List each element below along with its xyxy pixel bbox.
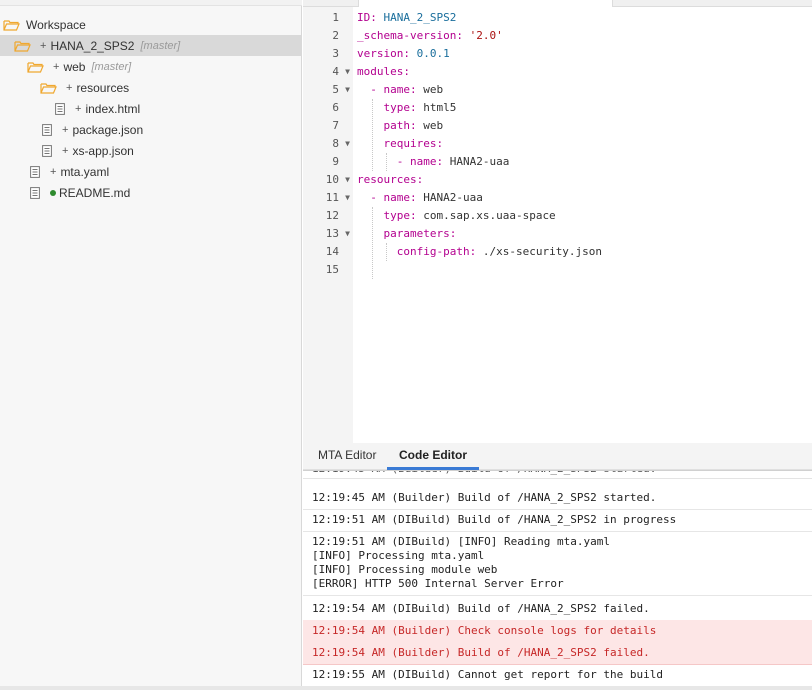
expand-toggle[interactable]: +: [53, 61, 59, 73]
tree-item-label: mta.yaml: [60, 164, 110, 179]
file-icon: [55, 102, 65, 115]
code-line: type: com.sap.xs.uaa-space: [357, 209, 556, 222]
line-number: 4 ▼: [303, 63, 353, 81]
tree-item-label: web: [63, 59, 86, 74]
git-branch-tag: [master]: [91, 60, 132, 73]
code-line: path: web: [357, 119, 444, 132]
line-number: 6: [332, 101, 339, 114]
line-number: 12: [325, 209, 339, 222]
code-editor-text-area[interactable]: ID: HANA_2_SPS2 _schema-version: '2.0' v…: [353, 7, 812, 443]
fold-caret-icon[interactable]: ▼: [345, 225, 350, 243]
code-line: version: 0.0.1: [357, 47, 450, 60]
git-modified-dot-icon: [50, 189, 56, 196]
code-line: ID: HANA_2_SPS2: [357, 11, 457, 24]
code-line: parameters:: [357, 227, 457, 240]
file-icon: [42, 123, 52, 136]
tab-code-editor[interactable]: Code Editor: [387, 443, 479, 470]
tree-item-web[interactable]: + web [master]: [0, 56, 302, 77]
line-number: 13 ▼: [303, 225, 353, 243]
open-folder-icon: [3, 19, 20, 31]
console-entry: 12:19:45 AM (Builder) Build of /HANA_2_S…: [303, 487, 812, 510]
open-folder-icon: [40, 82, 57, 94]
code-line: requires:: [357, 137, 444, 150]
status-bar-strip: [0, 686, 812, 690]
line-number: 1: [332, 11, 339, 24]
tree-item-label: HANA_2_SPS2: [50, 38, 135, 53]
fold-caret-icon[interactable]: ▼: [345, 171, 350, 189]
console-scrolled-entry: 12:19:45 AM (Builder) Build of /HANA_2_S…: [303, 471, 812, 479]
git-branch-tag: [master]: [140, 39, 181, 52]
line-number: 14: [325, 245, 339, 258]
console-error-entry: 12:19:54 AM (Builder) Check console logs…: [303, 620, 812, 643]
code-line: - name: web: [357, 83, 444, 96]
file-icon: [30, 165, 40, 178]
tree-item-label: index.html: [85, 101, 141, 116]
workspace-explorer: Workspace + HANA_2_SPS2 [master] + web […: [0, 0, 302, 690]
tree-item-workspace[interactable]: Workspace: [0, 14, 302, 35]
tree-item-label: package.json: [72, 122, 144, 137]
fold-caret-icon[interactable]: ▼: [345, 81, 350, 99]
console-entry: 12:19:51 AM (DIBuild) [INFO] Reading mta…: [303, 531, 812, 596]
line-number: 8 ▼: [303, 135, 353, 153]
line-number: 15: [325, 263, 339, 276]
code-line: modules:: [357, 65, 410, 78]
tree-item-readme-md[interactable]: README.md: [0, 182, 302, 203]
line-number-gutter: 1 2 3 4 ▼ 5 ▼ 6 7 8 ▼ 9 10 ▼ 11 ▼ 12 13 ▼ 14 1…: [303, 7, 353, 443]
editor-tab-mta-yaml[interactable]: [358, 0, 613, 7]
expand-toggle[interactable]: +: [66, 82, 72, 94]
code-line: config-path: ./xs-security.json: [357, 245, 603, 258]
open-folder-icon: [27, 61, 44, 73]
tree-item-label: Workspace: [26, 17, 86, 32]
line-number: 9: [332, 155, 339, 168]
tree-item-index-html[interactable]: + index.html: [0, 98, 302, 119]
console-panel[interactable]: 12:19:45 AM (Builder) Build of /HANA_2_S…: [303, 470, 812, 690]
file-icon: [42, 144, 52, 157]
tree-item-resources[interactable]: + resources: [0, 77, 302, 98]
line-number: 3: [332, 47, 339, 60]
code-line: - name: HANA2-uaa: [357, 155, 510, 168]
explorer-toolbar-strip: [0, 0, 302, 6]
expand-toggle[interactable]: +: [75, 103, 81, 115]
expand-toggle[interactable]: +: [62, 145, 68, 157]
fold-caret-icon[interactable]: ▼: [345, 135, 350, 153]
tree-item-hana-2-sps2[interactable]: + HANA_2_SPS2 [master]: [0, 35, 302, 56]
tree-item-label: xs-app.json: [72, 143, 134, 158]
tree-item-label: README.md: [59, 185, 131, 200]
tree-item-label: resources: [76, 80, 130, 95]
expand-toggle[interactable]: +: [40, 40, 46, 52]
tree-item-mta-yaml[interactable]: + mta.yaml: [0, 161, 302, 182]
expand-toggle[interactable]: +: [62, 124, 68, 136]
code-line: - name: HANA2-uaa: [357, 191, 483, 204]
line-number: 5 ▼: [303, 81, 353, 99]
line-number: 2: [332, 29, 339, 42]
tree-item-package-json[interactable]: + package.json: [0, 119, 302, 140]
code-line: resources:: [357, 173, 424, 186]
file-icon: [30, 186, 40, 199]
editor-mode-tabs: MTA Editor Code Editor: [303, 443, 812, 470]
tree-item-xs-app-json[interactable]: + xs-app.json: [0, 140, 302, 161]
code-line: type: html5: [357, 101, 457, 114]
line-number: 10 ▼: [303, 171, 353, 189]
console-error-entry: 12:19:54 AM (Builder) Build of /HANA_2_S…: [303, 642, 812, 665]
line-number: 7: [332, 119, 339, 132]
console-entry: 12:19:51 AM (DIBuild) Build of /HANA_2_S…: [303, 509, 812, 532]
code-line: _schema-version: '2.0': [357, 29, 503, 42]
console-entry: 12:19:55 AM (DIBuild) Cannot get report …: [303, 664, 812, 687]
open-folder-icon: [14, 40, 31, 52]
console-entry: 12:19:54 AM (DIBuild) Build of /HANA_2_S…: [303, 598, 812, 621]
tab-mta-editor[interactable]: MTA Editor: [306, 443, 388, 470]
fold-caret-icon[interactable]: ▼: [345, 63, 350, 81]
editor-tab-bar: [303, 0, 812, 7]
expand-toggle[interactable]: +: [50, 166, 56, 178]
line-number: 11 ▼: [303, 189, 353, 207]
fold-caret-icon[interactable]: ▼: [345, 189, 350, 207]
